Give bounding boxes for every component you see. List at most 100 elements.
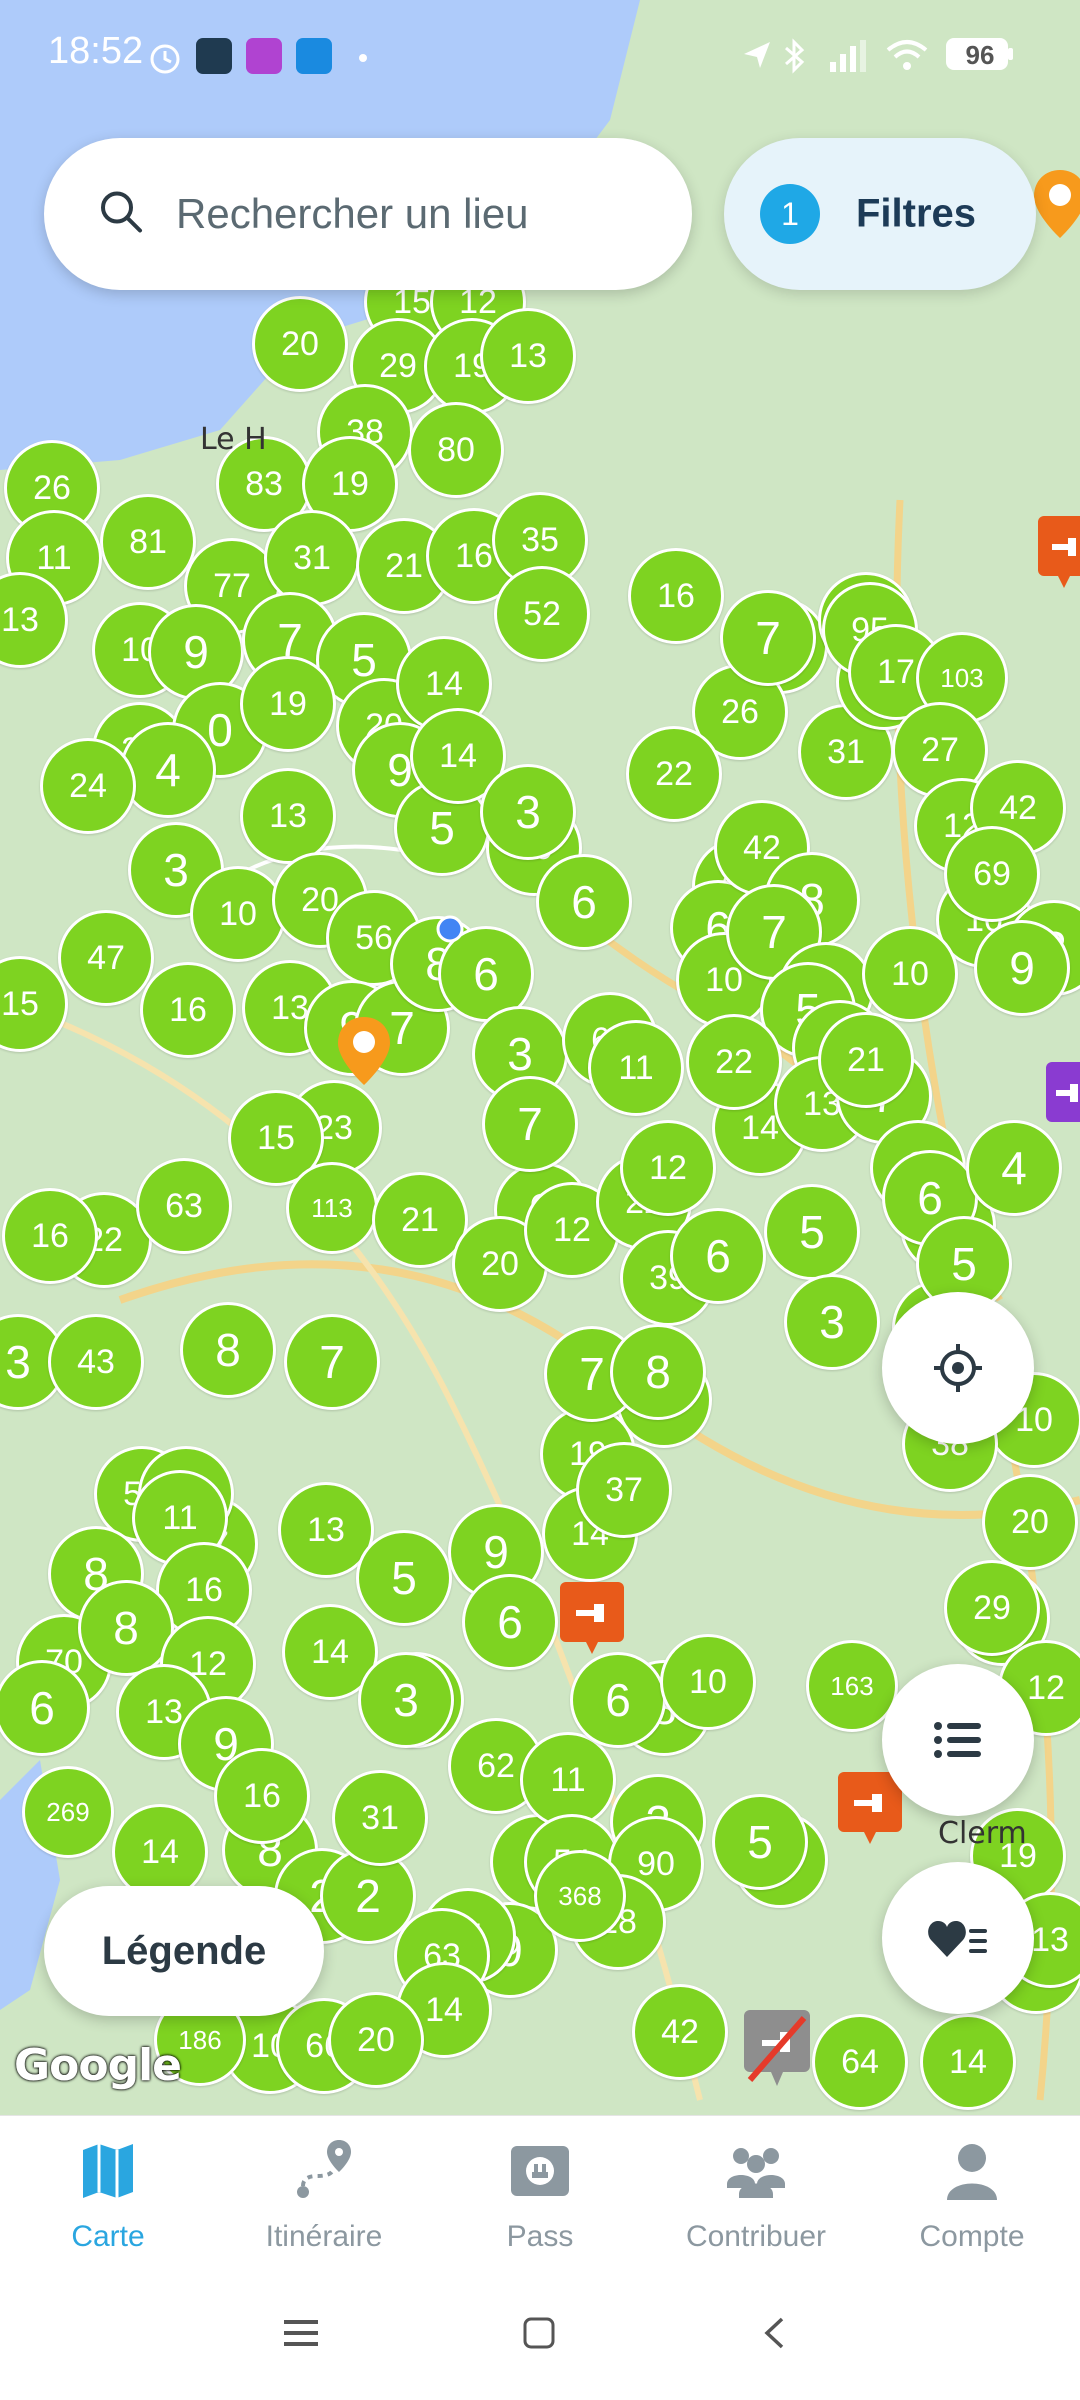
charger-cluster[interactable]: 52 <box>494 566 590 662</box>
charger-cluster[interactable]: 3 <box>784 1274 880 1370</box>
charger-cluster[interactable]: 11 <box>588 1020 684 1116</box>
charger-cluster[interactable]: 22 <box>626 726 722 822</box>
charger-cluster[interactable]: 64 <box>812 2014 908 2110</box>
charger-cluster[interactable]: 8 <box>610 1324 706 1420</box>
list-icon <box>934 1722 981 1758</box>
charger-pin-unavailable[interactable] <box>744 2010 810 2095</box>
bottom-navigation: Carte Itinéraire Pass Contribuer Compte <box>0 2115 1080 2270</box>
charger-cluster[interactable]: 7 <box>720 590 816 686</box>
charger-cluster[interactable]: 8 <box>180 1302 276 1398</box>
charger-pin-orange[interactable] <box>560 1582 624 1661</box>
charger-cluster[interactable]: 22 <box>686 1014 782 1110</box>
nav-label: Carte <box>71 2220 145 2253</box>
charger-cluster[interactable]: 81 <box>100 494 196 590</box>
nav-label: Pass <box>506 2220 574 2253</box>
charger-cluster[interactable]: 3 <box>358 1652 454 1748</box>
charger-cluster[interactable]: 12 <box>620 1120 716 1216</box>
route-icon <box>297 2140 351 2198</box>
charger-cluster[interactable]: 16 <box>214 1748 310 1844</box>
charger-pin-purple[interactable] <box>1046 1062 1080 1133</box>
charger-cluster[interactable]: 19 <box>240 656 336 752</box>
crosshair-icon <box>934 1344 982 1392</box>
contribute-icon <box>727 2148 785 2198</box>
nav-tab-itineraire[interactable]: Itinéraire <box>216 2116 432 2271</box>
charger-pin-orange[interactable] <box>838 1772 902 1851</box>
charger-cluster[interactable]: 4 <box>966 1120 1062 1216</box>
charger-cluster[interactable]: 6 <box>462 1574 558 1670</box>
filters-count-badge: 1 <box>760 184 820 244</box>
charger-cluster[interactable]: 13 <box>240 768 336 864</box>
charger-cluster[interactable]: 20 <box>328 1992 424 2088</box>
home-icon[interactable] <box>522 2316 556 2355</box>
charger-cluster[interactable]: 29 <box>944 1560 1040 1656</box>
charger-pin-orange[interactable] <box>1038 516 1080 595</box>
search-bar[interactable]: Rechercher un lieu <box>44 138 692 290</box>
destination-pin[interactable] <box>336 1015 392 1092</box>
charger-cluster[interactable]: 31 <box>332 1770 428 1866</box>
battery-level: 96 <box>965 40 995 70</box>
charger-cluster[interactable]: 5 <box>712 1794 808 1890</box>
charger-cluster[interactable]: 6 <box>536 854 632 950</box>
place-label: Le H <box>200 422 267 457</box>
charger-cluster[interactable]: 20 <box>982 1474 1078 1570</box>
charger-cluster[interactable]: 368 <box>534 1850 626 1942</box>
list-view-button[interactable] <box>882 1664 1034 1816</box>
charger-cluster[interactable]: 6 <box>670 1208 766 1304</box>
charger-cluster[interactable]: 21 <box>818 1012 914 1108</box>
filters-button[interactable]: 1 Filtres <box>724 138 1036 290</box>
charger-cluster[interactable]: 5 <box>764 1184 860 1280</box>
account-icon <box>947 2144 997 2200</box>
search-icon <box>96 187 146 242</box>
legend-button[interactable]: Légende <box>44 1886 324 2016</box>
bluetooth-icon <box>782 38 808 79</box>
charger-cluster[interactable]: 16 <box>2 1188 98 1284</box>
search-placeholder: Rechercher un lieu <box>176 190 529 237</box>
back-icon[interactable] <box>762 2316 786 2355</box>
charger-cluster[interactable]: 10 <box>660 1634 756 1730</box>
heart-list-icon <box>928 1921 987 1957</box>
charger-cluster[interactable]: 24 <box>40 738 136 834</box>
charger-cluster[interactable]: 13 <box>480 308 576 404</box>
charger-cluster[interactable]: 3 <box>480 764 576 860</box>
charger-cluster[interactable]: 113 <box>286 1162 378 1254</box>
user-location-dot <box>435 914 465 949</box>
nav-tab-compte[interactable]: Compte <box>864 2116 1080 2271</box>
charger-cluster[interactable]: 9 <box>974 920 1070 1016</box>
more-notifications-dot <box>358 50 368 68</box>
charger-cluster[interactable]: 37 <box>576 1442 672 1538</box>
charger-cluster[interactable]: 7 <box>482 1076 578 1172</box>
charger-cluster[interactable]: 4 <box>120 722 216 818</box>
charger-cluster[interactable]: 7 <box>284 1314 380 1410</box>
charger-cluster[interactable]: 43 <box>48 1314 144 1410</box>
destination-pin[interactable] <box>1032 168 1080 245</box>
place-label: Clerm <box>938 1816 1027 1851</box>
app-notification-icon <box>246 38 282 79</box>
nav-tab-carte[interactable]: Carte <box>0 2116 216 2271</box>
recent-apps-icon[interactable] <box>284 2318 318 2353</box>
photos-app-icon <box>196 38 232 79</box>
charger-cluster[interactable]: 42 <box>632 1984 728 2080</box>
system-navigation-bar <box>0 2270 1080 2400</box>
nav-label: Itinéraire <box>265 2220 383 2253</box>
charger-cluster[interactable]: 20 <box>252 296 348 392</box>
charger-cluster[interactable]: 6 <box>570 1652 666 1748</box>
charger-cluster[interactable]: 63 <box>136 1158 232 1254</box>
app-notification-icon <box>296 38 332 79</box>
charger-cluster[interactable]: 80 <box>408 402 504 498</box>
charger-cluster[interactable]: 47 <box>58 910 154 1006</box>
status-bar: 18:52 96 <box>0 0 1080 110</box>
favorites-button[interactable] <box>882 1862 1034 2014</box>
charger-cluster[interactable]: 10 <box>862 926 958 1022</box>
charger-cluster[interactable]: 31 <box>264 510 360 606</box>
locate-me-button[interactable] <box>882 1292 1034 1444</box>
nav-tab-pass[interactable]: Pass <box>432 2116 648 2271</box>
charger-cluster[interactable]: 269 <box>22 1766 114 1858</box>
nav-label: Compte <box>919 2220 1025 2253</box>
charger-cluster[interactable]: 16 <box>140 962 236 1058</box>
charger-cluster[interactable]: 16 <box>628 548 724 644</box>
charger-cluster[interactable]: 10 <box>190 866 286 962</box>
nav-tab-contribuer[interactable]: Contribuer <box>648 2116 864 2271</box>
status-time: 18:52 <box>48 30 144 72</box>
charger-cluster[interactable]: 5 <box>356 1530 452 1626</box>
charger-cluster[interactable]: 14 <box>920 2014 1016 2110</box>
